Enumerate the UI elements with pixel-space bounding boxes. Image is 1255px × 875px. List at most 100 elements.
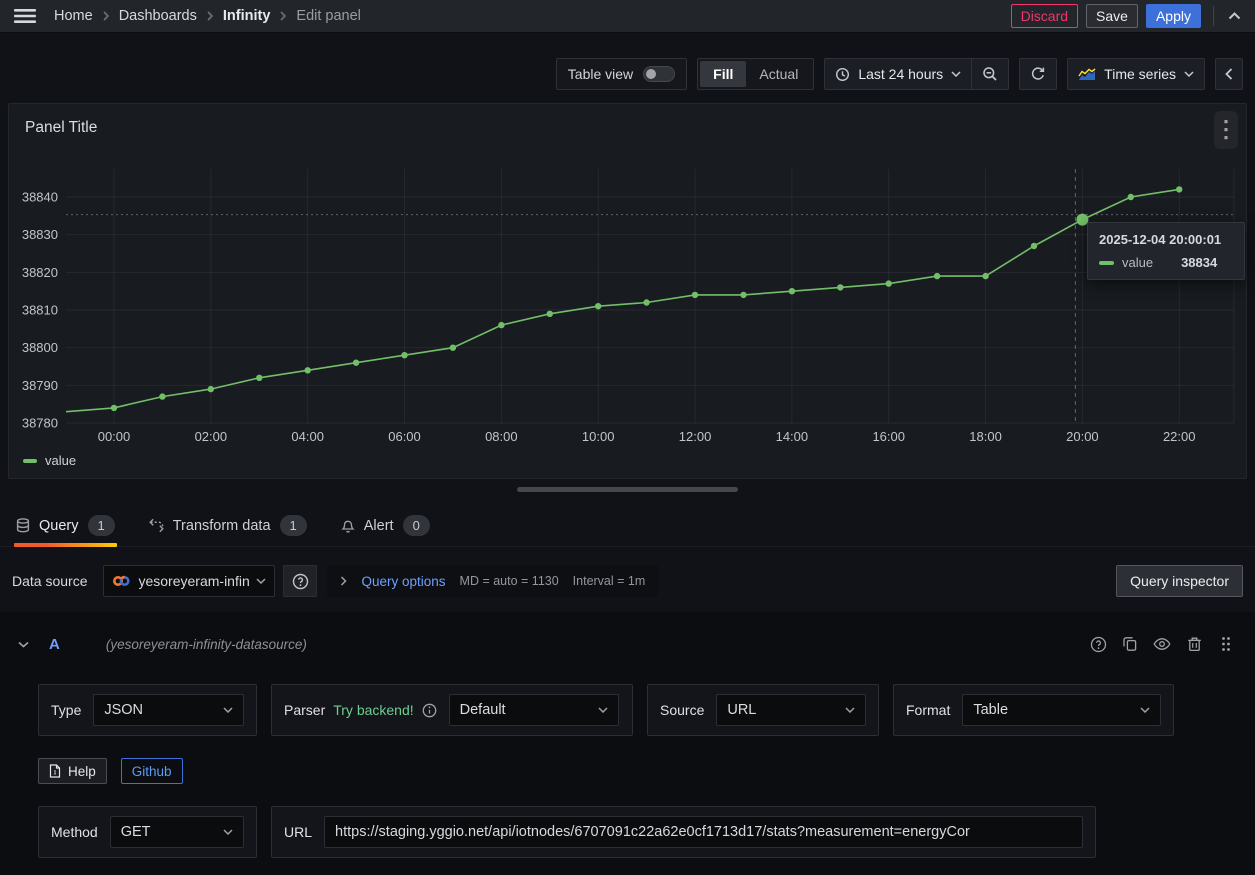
- chart-tooltip: 2025-12-04 20:00:01 value 38834: [1087, 222, 1245, 280]
- github-button[interactable]: Github: [121, 758, 183, 784]
- database-icon: [16, 518, 30, 533]
- breadcrumb: Home Dashboards Infinity Edit panel: [54, 8, 361, 24]
- hide-query-button[interactable]: [1149, 631, 1175, 657]
- discard-button[interactable]: Discard: [1011, 4, 1078, 28]
- divider: [1213, 6, 1214, 26]
- table-view-toggle[interactable]: [643, 66, 675, 82]
- query-help-button[interactable]: [1085, 631, 1111, 657]
- parser-value: Default: [460, 702, 506, 718]
- grafana-edit-panel: Home Dashboards Infinity Edit panel Disc…: [0, 0, 1255, 875]
- editor-links-row: Help Github: [38, 758, 1255, 784]
- panel-resize-handle[interactable]: [517, 487, 738, 492]
- tooltip-series-value: 38834: [1181, 255, 1217, 270]
- legend[interactable]: value: [23, 453, 76, 468]
- breadcrumb-home[interactable]: Home: [54, 8, 93, 24]
- svg-text:18:00: 18:00: [969, 429, 1002, 444]
- source-label: Source: [660, 702, 704, 718]
- query-row-header[interactable]: A (yesoreyeram-infinity-datasource): [0, 612, 1255, 668]
- svg-text:16:00: 16:00: [872, 429, 905, 444]
- format-label: Format: [906, 702, 950, 718]
- timeseries-chart[interactable]: 3878038790388003881038820388303884000:00…: [9, 164, 1247, 454]
- collapse-topnav-button[interactable]: [1226, 10, 1243, 22]
- type-value: JSON: [104, 702, 143, 718]
- svg-text:10:00: 10:00: [582, 429, 615, 444]
- chevron-down-icon: [1184, 71, 1194, 77]
- actual-option[interactable]: Actual: [746, 61, 811, 87]
- document-icon: [49, 764, 61, 778]
- time-range-picker[interactable]: Last 24 hours: [825, 59, 971, 89]
- delete-query-button[interactable]: [1181, 631, 1207, 657]
- query-options-toggle[interactable]: Query options: [361, 574, 445, 589]
- datasource-picker[interactable]: yesoreyeram-infinity-datasource: [103, 565, 275, 597]
- query-options-strip: Query options MD = auto = 1130 Interval …: [327, 565, 658, 597]
- url-value: https://staging.yggio.net/api/iotnodes/6…: [335, 824, 970, 840]
- panel-title: Panel Title: [25, 119, 97, 137]
- parser-label: Parser: [284, 702, 325, 718]
- refresh-icon: [1030, 66, 1046, 82]
- refresh-button[interactable]: [1019, 58, 1057, 90]
- tab-alert-label: Alert: [364, 518, 394, 534]
- chevron-down-icon: [256, 578, 266, 584]
- visualization-picker[interactable]: Time series: [1067, 58, 1205, 90]
- tab-transform-data[interactable]: Transform data 1: [147, 505, 309, 546]
- datasource-label: Data source: [12, 573, 87, 589]
- tab-query[interactable]: Query 1: [14, 505, 117, 546]
- format-select[interactable]: Table: [962, 694, 1161, 726]
- chevron-down-icon: [223, 829, 233, 835]
- series-color-swatch: [1099, 261, 1114, 265]
- datasource-value: yesoreyeram-infinity-datasource: [138, 573, 249, 589]
- panel-menu-button[interactable]: [1214, 111, 1238, 149]
- menu-toggle-button[interactable]: [12, 6, 38, 26]
- infinity-datasource-logo-icon: [112, 573, 131, 589]
- question-circle-icon: [1090, 636, 1107, 653]
- query-ref-id: A: [49, 636, 60, 653]
- method-select[interactable]: GET: [110, 816, 244, 848]
- legend-label[interactable]: value: [45, 453, 76, 468]
- toggle-knob: [646, 69, 656, 79]
- tab-alert[interactable]: Alert 0: [339, 505, 432, 546]
- parser-select[interactable]: Default: [449, 694, 619, 726]
- method-label: Method: [51, 824, 98, 840]
- tab-query-label: Query: [39, 518, 79, 534]
- drag-query-handle[interactable]: [1213, 631, 1239, 657]
- type-select[interactable]: JSON: [93, 694, 244, 726]
- source-select[interactable]: URL: [716, 694, 866, 726]
- svg-text:22:00: 22:00: [1163, 429, 1196, 444]
- visualization-label: Time series: [1104, 66, 1176, 82]
- grip-icon: [1221, 636, 1231, 652]
- bell-icon: [341, 518, 355, 533]
- format-value: Table: [973, 702, 1008, 718]
- parser-field: Parser Try backend! Default: [271, 684, 633, 736]
- svg-text:08:00: 08:00: [485, 429, 518, 444]
- breadcrumb-dashboard-name[interactable]: Infinity: [223, 8, 271, 24]
- help-button[interactable]: Help: [38, 758, 107, 784]
- svg-text:38800: 38800: [22, 340, 58, 355]
- apply-button[interactable]: Apply: [1146, 4, 1201, 28]
- method-field: Method GET: [38, 806, 257, 858]
- chevron-down-icon: [223, 707, 233, 713]
- editor-tabs: Query 1 Transform data 1 Alert 0: [0, 505, 1255, 547]
- method-value: GET: [121, 824, 151, 840]
- options-pane-collapse-button[interactable]: [1215, 58, 1243, 90]
- breadcrumb-dashboards[interactable]: Dashboards: [119, 8, 197, 24]
- svg-text:38790: 38790: [22, 378, 58, 393]
- query-inspector-button[interactable]: Query inspector: [1116, 565, 1243, 597]
- time-range-label: Last 24 hours: [858, 66, 943, 82]
- svg-text:14:00: 14:00: [776, 429, 809, 444]
- datasource-help-button[interactable]: [283, 565, 317, 597]
- type-field: Type JSON: [38, 684, 257, 736]
- eye-icon: [1153, 637, 1171, 651]
- try-backend-link[interactable]: Try backend!: [333, 702, 413, 718]
- duplicate-query-button[interactable]: [1117, 631, 1143, 657]
- source-field: Source URL: [647, 684, 879, 736]
- transform-icon: [149, 518, 164, 533]
- collapse-query-button[interactable]: [16, 639, 31, 650]
- tooltip-series-row: value 38834: [1099, 255, 1233, 270]
- zoom-out-button[interactable]: [972, 59, 1008, 89]
- fill-option[interactable]: Fill: [700, 61, 746, 87]
- panel: Panel Title 3878038790388003881038820388…: [8, 103, 1247, 479]
- save-button[interactable]: Save: [1086, 4, 1138, 28]
- chevron-right-icon: [206, 11, 214, 21]
- url-input[interactable]: https://staging.yggio.net/api/iotnodes/6…: [324, 816, 1083, 848]
- max-data-points-text: MD = auto = 1130: [460, 574, 559, 588]
